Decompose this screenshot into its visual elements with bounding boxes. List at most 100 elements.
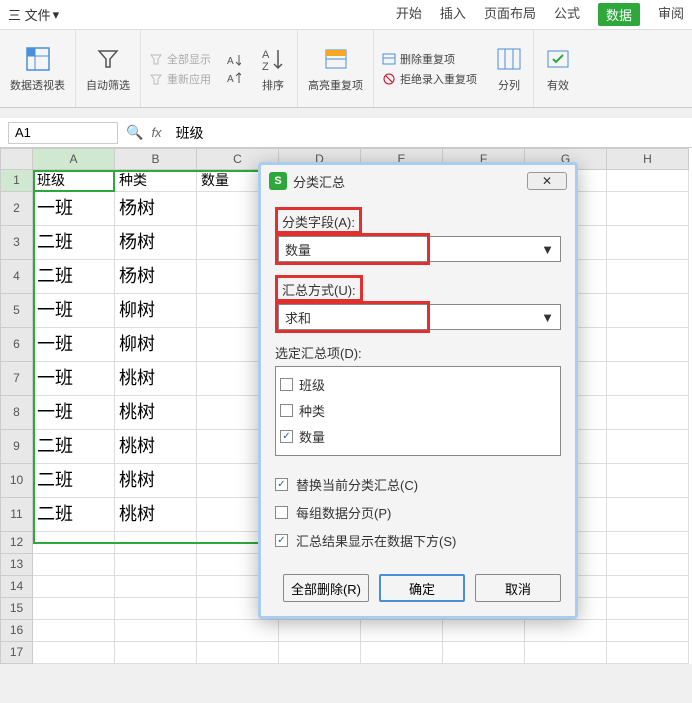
file-menu[interactable]: 三 文件 ▾ bbox=[8, 5, 59, 24]
cell[interactable] bbox=[33, 554, 115, 576]
ribbon-split-col[interactable]: 分列 bbox=[485, 30, 534, 107]
magnify-icon[interactable]: 🔍 bbox=[126, 124, 143, 141]
opt-page-break[interactable]: 每组数据分页(P) bbox=[275, 498, 561, 526]
cell[interactable] bbox=[607, 554, 689, 576]
checkbox-checked[interactable]: ✓ bbox=[275, 534, 288, 547]
checkbox-checked[interactable]: ✓ bbox=[275, 478, 288, 491]
cell[interactable] bbox=[607, 396, 689, 430]
cell[interactable] bbox=[607, 260, 689, 294]
cell[interactable] bbox=[525, 642, 607, 664]
cell[interactable]: 柳树 bbox=[115, 328, 197, 362]
checkbox[interactable] bbox=[280, 378, 293, 391]
ok-button[interactable]: 确定 bbox=[379, 574, 465, 602]
row-header[interactable]: 5 bbox=[0, 294, 33, 328]
checkbox[interactable] bbox=[280, 404, 293, 417]
row-header[interactable]: 15 bbox=[0, 598, 33, 620]
opt-replace[interactable]: ✓ 替换当前分类汇总(C) bbox=[275, 470, 561, 498]
row-header[interactable]: 11 bbox=[0, 498, 33, 532]
col-header-H[interactable]: H bbox=[607, 148, 689, 170]
row-header[interactable]: 13 bbox=[0, 554, 33, 576]
cell[interactable] bbox=[33, 576, 115, 598]
cell[interactable] bbox=[607, 430, 689, 464]
formula-input[interactable] bbox=[170, 122, 684, 144]
row-header[interactable]: 1 bbox=[0, 170, 33, 192]
cell[interactable]: 二班 bbox=[33, 260, 115, 294]
cell[interactable]: 桃树 bbox=[115, 362, 197, 396]
row-header[interactable]: 9 bbox=[0, 430, 33, 464]
delete-all-button[interactable]: 全部删除(R) bbox=[283, 574, 369, 602]
cancel-button[interactable]: 取消 bbox=[475, 574, 561, 602]
dialog-titlebar[interactable]: S 分类汇总 ✕ bbox=[261, 165, 575, 197]
row-header[interactable]: 7 bbox=[0, 362, 33, 396]
cell[interactable] bbox=[33, 532, 115, 554]
field-dropdown[interactable]: 数量 bbox=[278, 236, 427, 262]
cell[interactable]: 柳树 bbox=[115, 294, 197, 328]
row-header[interactable]: 12 bbox=[0, 532, 33, 554]
cell[interactable]: 桃树 bbox=[115, 498, 197, 532]
cell[interactable] bbox=[607, 620, 689, 642]
tab-formula[interactable]: 公式 bbox=[554, 3, 580, 26]
tab-insert[interactable]: 插入 bbox=[440, 3, 466, 26]
select-all-corner[interactable] bbox=[0, 148, 33, 170]
ribbon-validation[interactable]: 有效 bbox=[534, 30, 582, 107]
tab-layout[interactable]: 页面布局 bbox=[484, 3, 536, 26]
row-header[interactable]: 8 bbox=[0, 396, 33, 430]
ribbon-reject-dup[interactable]: 拒绝录入重复项 bbox=[382, 71, 477, 87]
row-header[interactable]: 6 bbox=[0, 328, 33, 362]
cell[interactable] bbox=[607, 598, 689, 620]
field-dropdown-arrow-area[interactable]: ▼ bbox=[430, 236, 561, 262]
col-header-A[interactable]: A bbox=[33, 148, 115, 170]
cell[interactable]: 杨树 bbox=[115, 192, 197, 226]
cell[interactable]: 桃树 bbox=[115, 430, 197, 464]
cell[interactable] bbox=[33, 642, 115, 664]
cell[interactable] bbox=[197, 620, 279, 642]
ribbon-autofilter[interactable]: 自动筛选 bbox=[76, 30, 141, 107]
row-header[interactable]: 16 bbox=[0, 620, 33, 642]
ribbon-pivot[interactable]: 数据透视表 bbox=[0, 30, 76, 107]
row-header[interactable]: 10 bbox=[0, 464, 33, 498]
cell[interactable] bbox=[115, 576, 197, 598]
cell[interactable] bbox=[607, 576, 689, 598]
cell[interactable]: 一班 bbox=[33, 362, 115, 396]
cell[interactable] bbox=[443, 620, 525, 642]
cell[interactable] bbox=[607, 532, 689, 554]
tab-data[interactable]: 数据 bbox=[598, 3, 640, 26]
method-dropdown-arrow-area[interactable]: ▼ bbox=[430, 304, 561, 330]
cell[interactable] bbox=[33, 620, 115, 642]
cell[interactable] bbox=[607, 192, 689, 226]
cell[interactable] bbox=[197, 642, 279, 664]
ribbon-sort[interactable]: AZ 排序 bbox=[249, 30, 298, 107]
cell[interactable] bbox=[279, 620, 361, 642]
cell[interactable]: 二班 bbox=[33, 226, 115, 260]
cell[interactable]: 种类 bbox=[115, 170, 197, 192]
opt-below[interactable]: ✓ 汇总结果显示在数据下方(S) bbox=[275, 526, 561, 554]
tab-review[interactable]: 审阅 bbox=[658, 3, 684, 26]
cell[interactable]: 桃树 bbox=[115, 464, 197, 498]
cell[interactable]: 杨树 bbox=[115, 226, 197, 260]
cell[interactable] bbox=[115, 532, 197, 554]
item-class[interactable]: 班级 bbox=[280, 371, 556, 397]
cell[interactable] bbox=[607, 226, 689, 260]
close-button[interactable]: ✕ bbox=[527, 172, 567, 190]
fx-icon[interactable]: fx bbox=[151, 125, 161, 140]
cell[interactable] bbox=[607, 498, 689, 532]
row-header[interactable]: 4 bbox=[0, 260, 33, 294]
row-header[interactable]: 14 bbox=[0, 576, 33, 598]
cell[interactable] bbox=[115, 620, 197, 642]
cell[interactable]: 一班 bbox=[33, 396, 115, 430]
tab-start[interactable]: 开始 bbox=[396, 3, 422, 26]
cell[interactable] bbox=[115, 642, 197, 664]
ribbon-showall[interactable]: 全部显示 bbox=[149, 51, 211, 67]
row-header[interactable]: 17 bbox=[0, 642, 33, 664]
cell[interactable] bbox=[607, 170, 689, 192]
items-listbox[interactable]: 班级 种类 ✓ 数量 bbox=[275, 366, 561, 456]
cell[interactable] bbox=[607, 362, 689, 396]
cell[interactable]: 二班 bbox=[33, 430, 115, 464]
cell[interactable]: 一班 bbox=[33, 294, 115, 328]
cell[interactable]: 桃树 bbox=[115, 396, 197, 430]
sort-desc[interactable]: A bbox=[227, 71, 241, 85]
cell[interactable] bbox=[279, 642, 361, 664]
cell[interactable] bbox=[115, 554, 197, 576]
cell[interactable] bbox=[361, 620, 443, 642]
ribbon-remove-dup[interactable]: 删除重复项 bbox=[382, 51, 477, 67]
